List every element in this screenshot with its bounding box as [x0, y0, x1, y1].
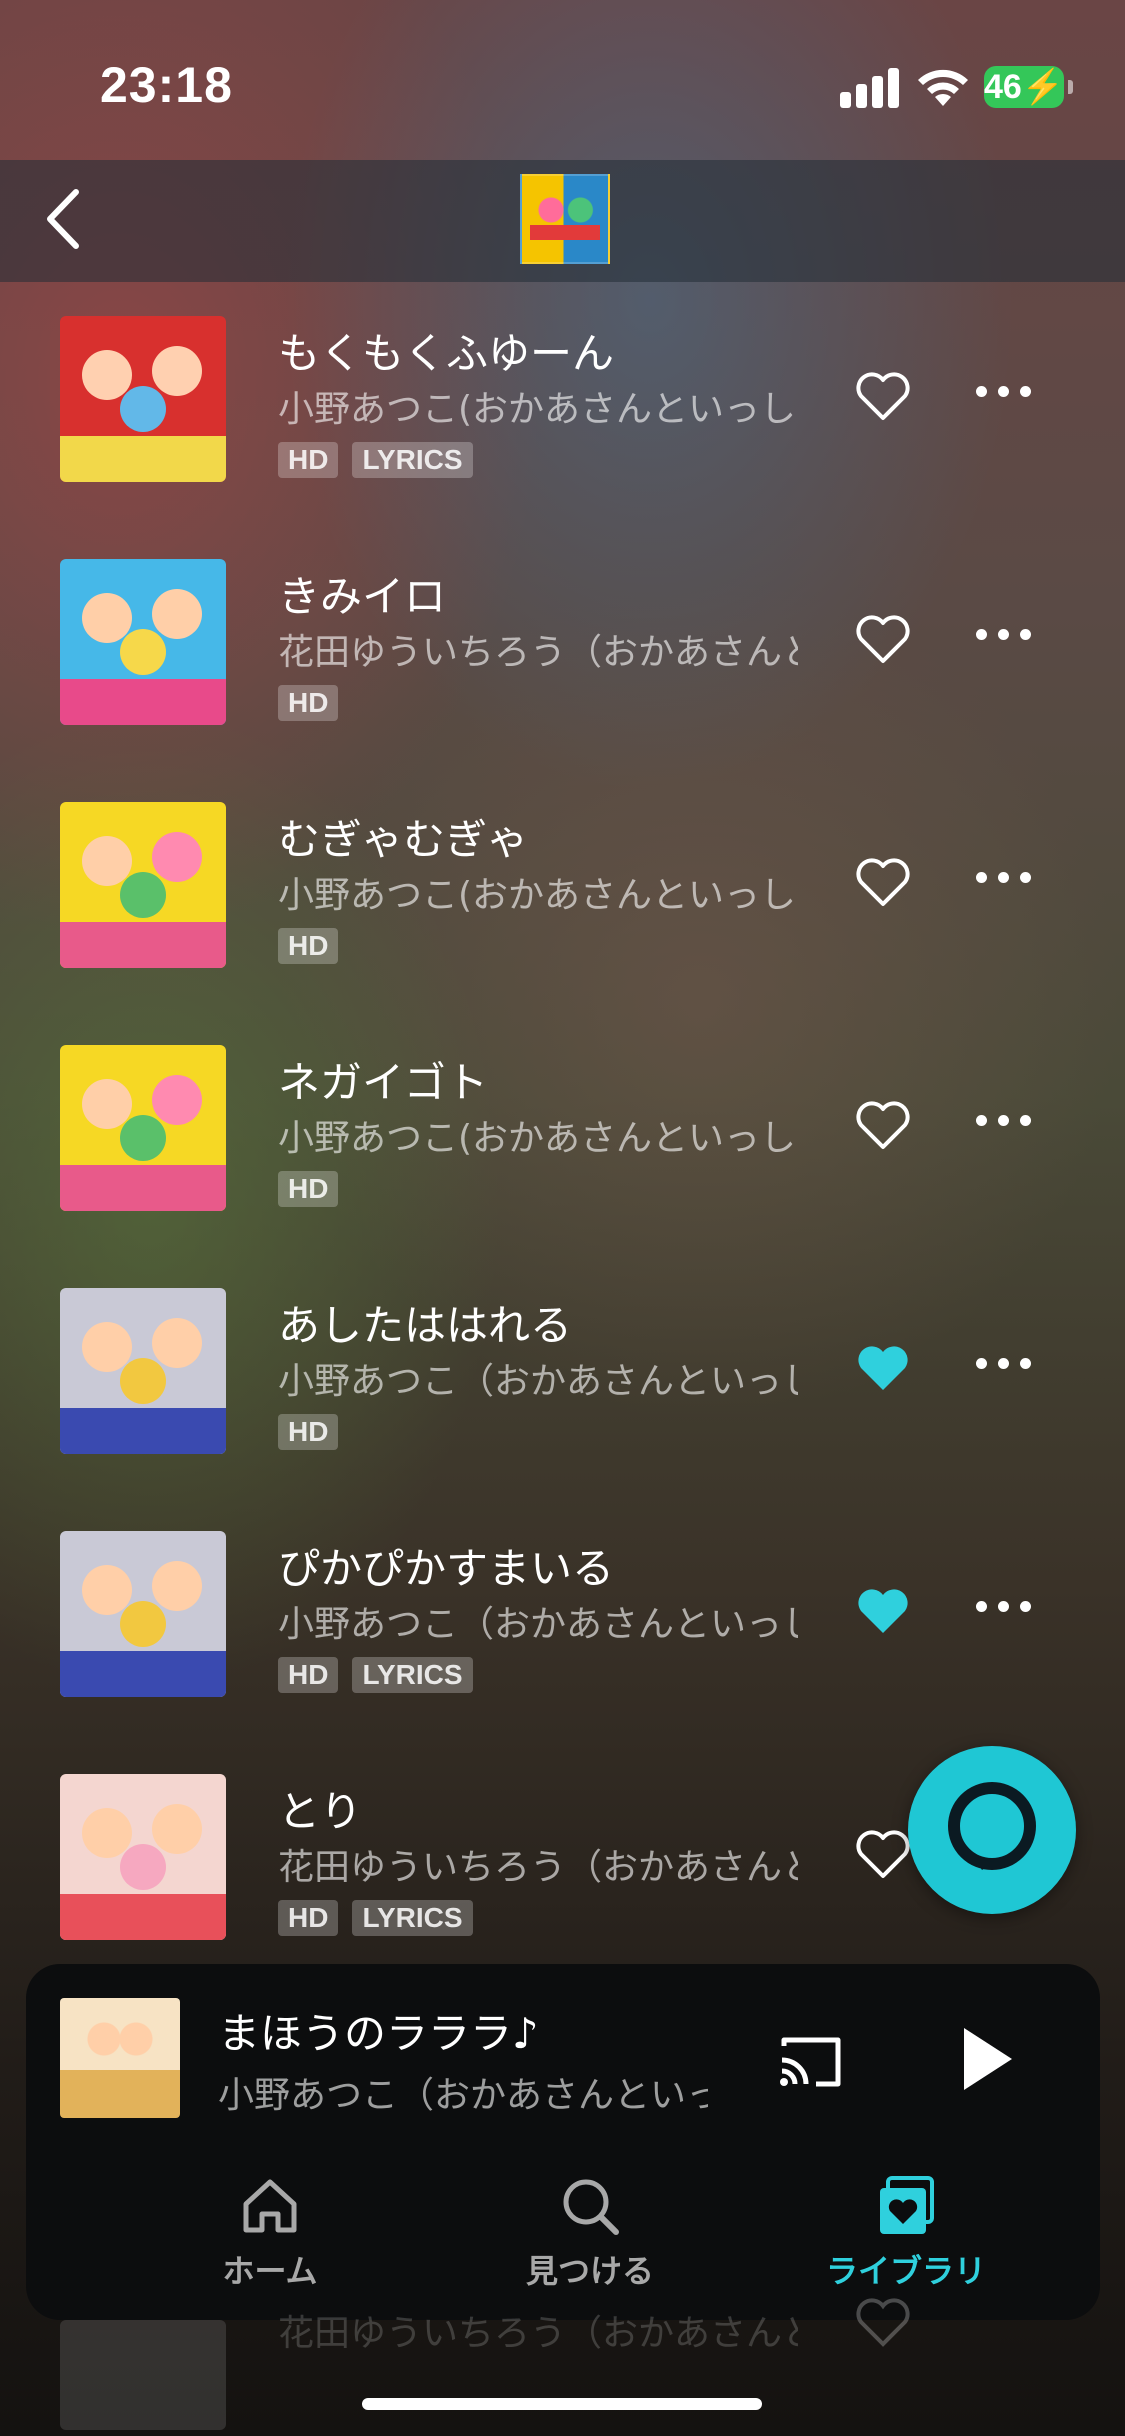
- more-options-icon[interactable]: [976, 1599, 1032, 1615]
- track-artwork: [60, 1531, 226, 1697]
- nav-home[interactable]: ホーム: [130, 2174, 410, 2304]
- heart-outline-icon[interactable]: [855, 856, 911, 908]
- hidden-track-artist: 花田ゆういちろう（おかあさんといっしょ）: [278, 2313, 798, 2354]
- back-chevron-icon[interactable]: [36, 184, 96, 254]
- search-icon: [563, 2179, 619, 2235]
- status-time: 23:18: [100, 57, 233, 113]
- track-badges: HD: [278, 1171, 339, 1207]
- bottom-navigation: ホーム 見つける ライブラリ: [26, 2174, 1100, 2304]
- nav-home-label: ホーム: [222, 2252, 318, 2290]
- track-badges: HD: [278, 1414, 339, 1450]
- play-icon[interactable]: [956, 2024, 1016, 2094]
- nav-find-label: 見つける: [525, 2252, 654, 2290]
- track-artwork: [60, 1045, 226, 1211]
- track-row[interactable]: ぴかぴかすまいる小野あつこ（おかあさんといっしょ）… HD LYRICS: [0, 1505, 1125, 1705]
- track-title: ネガイゴト: [278, 1058, 489, 1107]
- track-title: むぎゃむぎゃ: [278, 815, 529, 864]
- heart-outline-icon[interactable]: [855, 1099, 911, 1151]
- track-row[interactable]: ネガイゴト小野あつこ(おかあさんといっしょ)… HD: [0, 1019, 1125, 1219]
- heart-filled-icon[interactable]: [855, 1585, 911, 1637]
- heart-outline-icon[interactable]: [855, 613, 911, 665]
- battery-indicator: 46⚡: [984, 66, 1073, 108]
- heart-outline-icon: [856, 2298, 910, 2347]
- home-icon: [243, 2179, 297, 2233]
- track-row[interactable]: もくもくふゆーん小野あつこ(おかあさんといっしょ)… HD LYRICS: [0, 290, 1125, 490]
- now-playing-artwork[interactable]: [60, 1998, 180, 2118]
- track-artist: 小野あつこ（おかあさんといっしょ）…: [278, 1604, 798, 1645]
- lyrics-badge: LYRICS: [352, 1900, 473, 1936]
- track-artist: 花田ゆういちろう（おかあさんといっしょ）…: [278, 632, 798, 673]
- track-title: もくもくふゆーん: [278, 329, 615, 378]
- track-artwork: [60, 1774, 226, 1940]
- nav-library-label: ライブラリ: [825, 2252, 986, 2290]
- hd-badge: HD: [278, 1900, 339, 1936]
- track-title: きみイロ: [278, 572, 447, 621]
- track-artist: 小野あつこ(おかあさんといっしょ)…: [278, 1118, 798, 1159]
- track-badges: HD: [278, 685, 339, 721]
- track-artist: 小野あつこ(おかあさんといっしょ)…: [278, 389, 798, 430]
- more-options-icon[interactable]: [976, 627, 1032, 643]
- more-options-icon[interactable]: [976, 1356, 1032, 1372]
- track-row[interactable]: むぎゃむぎゃ小野あつこ(おかあさんといっしょ)… HD: [0, 776, 1125, 976]
- now-playing-artist: 小野あつこ（おかあさんといっしょ）…: [218, 2075, 708, 2116]
- heart-outline-icon[interactable]: [855, 370, 911, 422]
- track-artwork: [60, 802, 226, 968]
- more-options-icon[interactable]: [976, 384, 1032, 400]
- more-options-icon[interactable]: [976, 1113, 1032, 1129]
- track-title: あしたははれる: [278, 1301, 573, 1350]
- hd-badge: HD: [278, 1657, 339, 1693]
- track-row[interactable]: あしたははれる小野あつこ（おかあさんといっしょ）… HD: [0, 1262, 1125, 1462]
- track-badges: HD LYRICS: [278, 442, 473, 478]
- more-options-icon[interactable]: [976, 870, 1032, 886]
- hd-badge: HD: [278, 442, 339, 478]
- hd-badge: HD: [278, 1414, 339, 1450]
- wifi-icon: [918, 69, 968, 106]
- track-title: とり: [278, 1787, 363, 1836]
- hidden-track-artwork: [60, 2320, 226, 2430]
- hd-badge: HD: [278, 1171, 339, 1207]
- nav-library[interactable]: ライブラリ: [766, 2174, 1046, 2304]
- top-bar: [0, 160, 1125, 282]
- lyrics-badge: LYRICS: [352, 442, 473, 478]
- library-icon: [880, 2176, 934, 2234]
- alexa-button[interactable]: [908, 1746, 1076, 1914]
- track-artist: 小野あつこ(おかあさんといっしょ)…: [278, 875, 798, 916]
- partially-hidden-track: 花田ゆういちろう（おかあさんといっしょ）: [0, 2298, 1125, 2436]
- lyrics-badge: LYRICS: [352, 1657, 473, 1693]
- hd-badge: HD: [278, 685, 339, 721]
- alexa-icon: [948, 1782, 1036, 1870]
- track-badges: HD: [278, 928, 339, 964]
- now-playing-title[interactable]: まほうのラララ♪: [218, 2000, 539, 2061]
- cellular-signal-icon: [840, 66, 900, 108]
- heart-filled-icon[interactable]: [855, 1342, 911, 1394]
- track-artwork: [60, 1288, 226, 1454]
- track-row[interactable]: きみイロ花田ゆういちろう（おかあさんといっしょ）… HD: [0, 533, 1125, 733]
- track-artist: 小野あつこ（おかあさんといっしょ）…: [278, 1361, 798, 1402]
- heart-outline-icon[interactable]: [855, 1828, 911, 1880]
- track-title: ぴかぴかすまいる: [278, 1544, 615, 1593]
- track-artwork: [60, 316, 226, 482]
- battery-level: 46: [984, 68, 1022, 106]
- track-badges: HD LYRICS: [278, 1657, 473, 1693]
- cast-icon[interactable]: [776, 2032, 846, 2092]
- nav-find[interactable]: 見つける: [450, 2174, 730, 2304]
- track-artwork: [60, 559, 226, 725]
- track-artist: 花田ゆういちろう（おかあさんといっしょ）…: [278, 1847, 798, 1888]
- now-playing-and-nav: まほうのラララ♪ 小野あつこ（おかあさんといっしょ）… ホーム 見つける: [26, 1964, 1100, 2320]
- home-indicator: [362, 2398, 762, 2410]
- hd-badge: HD: [278, 928, 339, 964]
- playlist-artwork: [520, 174, 610, 264]
- status-bar: 23:18 46⚡: [0, 0, 1125, 160]
- track-badges: HD LYRICS: [278, 1900, 473, 1936]
